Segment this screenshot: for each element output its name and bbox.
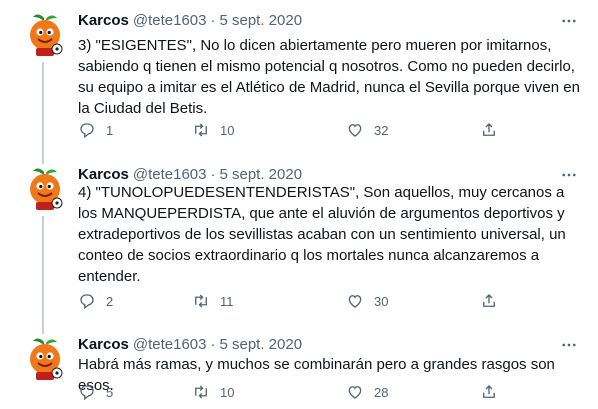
tweet-2[interactable]: Karcos @tete1603 · 5 sept. 2020 4) "TUNOLOP…: [0, 154, 598, 328]
reply-icon: [80, 294, 94, 310]
like-count: 30: [374, 293, 389, 309]
like-icon: [348, 124, 362, 137]
reply-button[interactable]: 1: [78, 121, 113, 139]
share-button[interactable]: [480, 121, 498, 139]
naranjito-avatar-image: [30, 168, 63, 210]
more-icon[interactable]: [558, 10, 580, 32]
share-icon: [483, 123, 495, 136]
reply-button[interactable]: 2: [78, 292, 113, 310]
tweet-header: Karcos @tete1603 · 5 sept. 2020: [78, 335, 302, 355]
reply-button[interactable]: 5: [78, 383, 113, 401]
avatar[interactable]: [22, 12, 68, 58]
tweet-date[interactable]: 5 sept. 2020: [219, 166, 302, 183]
avatar[interactable]: [22, 336, 68, 382]
separator-dot: ·: [210, 12, 216, 29]
retweet-count: 11: [220, 293, 234, 309]
tweet-actions: 2 11 30: [78, 292, 578, 312]
thread-line: [42, 154, 44, 164]
tweet-text: 3) "ESIGENTES", No lo dicen abiertamente…: [78, 37, 580, 117]
thread-line: [42, 216, 44, 328]
retweet-icon: [195, 385, 207, 399]
tweet-header: Karcos @tete1603 · 5 sept. 2020: [78, 11, 302, 31]
like-count: 32: [374, 122, 389, 138]
reply-icon: [80, 385, 94, 401]
share-icon: [483, 294, 495, 307]
retweet-count: 10: [220, 122, 235, 138]
tweet-3[interactable]: Karcos @tete1603 · 5 sept. 2020 Habrá más r…: [0, 324, 598, 409]
tweet-date[interactable]: 5 sept. 2020: [219, 12, 302, 29]
reply-count: 2: [106, 293, 114, 309]
author-name[interactable]: Karcos: [78, 166, 129, 183]
thread-line: [42, 62, 44, 158]
like-button[interactable]: 32: [346, 121, 388, 139]
author-name[interactable]: Karcos: [78, 336, 129, 353]
tweet-date[interactable]: 5 sept. 2020: [219, 336, 302, 353]
retweet-icon: [195, 123, 207, 137]
retweet-count: 10: [220, 384, 235, 400]
tweet-actions: 5 10 28: [78, 383, 578, 403]
like-count: 28: [374, 384, 389, 400]
like-icon: [348, 386, 362, 399]
author-handle[interactable]: @tete1603: [133, 166, 207, 183]
retweet-button[interactable]: 10: [192, 121, 234, 139]
like-button[interactable]: 28: [346, 383, 388, 401]
retweet-button[interactable]: 10: [192, 383, 234, 401]
author-handle[interactable]: @tete1603: [133, 12, 207, 29]
more-icon[interactable]: [558, 334, 580, 356]
tweet-actions: 1 10 32: [78, 121, 578, 141]
naranjito-avatar-image: [30, 14, 63, 56]
separator-dot: ·: [210, 336, 216, 353]
tweet-1[interactable]: Karcos @tete1603 · 5 sept. 2020 3) "ESIGENT…: [0, 0, 598, 158]
share-button[interactable]: [480, 383, 498, 401]
share-button[interactable]: [480, 292, 498, 310]
separator-dot: ·: [210, 166, 216, 183]
retweet-icon: [195, 294, 207, 308]
retweet-button[interactable]: 11: [192, 292, 234, 310]
avatar[interactable]: [22, 166, 68, 212]
author-handle[interactable]: @tete1603: [133, 336, 207, 353]
share-icon: [483, 385, 495, 398]
reply-count: 1: [106, 122, 114, 138]
reply-count: 5: [106, 384, 114, 400]
tweet-text: 4) "TUNOLOPUEDESENTENDERISTAS", Son aque…: [78, 184, 566, 285]
author-name[interactable]: Karcos: [78, 12, 129, 29]
reply-icon: [80, 123, 94, 139]
like-icon: [348, 295, 362, 308]
naranjito-avatar-image: [30, 338, 63, 380]
like-button[interactable]: 30: [346, 292, 388, 310]
thread-line: [42, 324, 44, 334]
